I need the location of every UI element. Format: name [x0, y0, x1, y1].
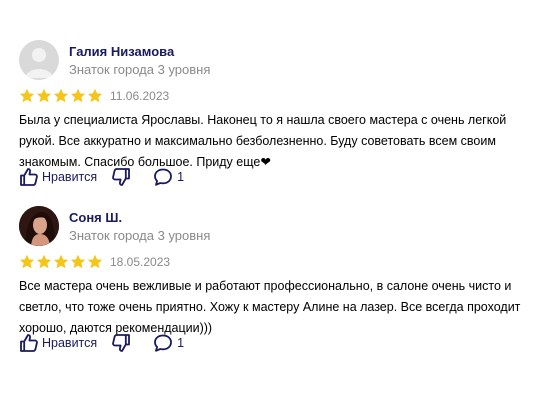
- review-date: 18.05.2023: [110, 255, 171, 269]
- like-button[interactable]: Нравится: [19, 167, 97, 187]
- star-icon: [19, 254, 35, 269]
- review-actions: Нравится 1: [19, 332, 184, 354]
- star-icon: [87, 254, 103, 269]
- comments-button[interactable]: 1: [153, 333, 184, 353]
- thumbs-down-icon: [112, 168, 131, 186]
- thumbs-up-icon: [20, 168, 38, 186]
- review-date: 11.06.2023: [110, 89, 170, 103]
- star-icon: [87, 88, 103, 103]
- avatar[interactable]: [19, 40, 59, 80]
- like-label: Нравится: [42, 336, 98, 350]
- comment-icon: [154, 334, 173, 352]
- thumbs-up-icon: [20, 334, 38, 352]
- author-level: Знаток города 3 уровня: [69, 228, 211, 243]
- user-photo-icon: [19, 206, 59, 246]
- comment-icon: [154, 168, 173, 186]
- author-level: Знаток города 3 уровня: [69, 62, 211, 77]
- star-icon: [53, 254, 69, 269]
- rating-stars: [19, 254, 103, 270]
- star-icon: [70, 88, 86, 103]
- avatar[interactable]: [19, 206, 59, 246]
- comments-count: 1: [177, 170, 185, 184]
- star-icon: [36, 88, 52, 103]
- author-name[interactable]: Галия Низамова: [69, 44, 174, 59]
- dislike-button[interactable]: [111, 333, 131, 353]
- user-placeholder-icon: [25, 48, 53, 78]
- like-button[interactable]: Нравится: [19, 333, 97, 353]
- author-name[interactable]: Соня Ш.: [69, 210, 122, 225]
- comments-button[interactable]: 1: [153, 167, 184, 187]
- like-label: Нравится: [42, 170, 98, 184]
- star-icon: [19, 88, 35, 103]
- review-text: Все мастера очень вежливые и работают пр…: [19, 279, 521, 335]
- review-text: Была у специалиста Ярославы. Наконец то …: [19, 113, 507, 169]
- thumbs-down-icon: [112, 334, 131, 352]
- star-icon: [53, 88, 69, 103]
- star-icon: [70, 254, 86, 269]
- rating-stars: [19, 88, 103, 104]
- review-actions: Нравится 1: [19, 166, 184, 188]
- dislike-button[interactable]: [111, 167, 131, 187]
- star-icon: [36, 254, 52, 269]
- comments-count: 1: [177, 336, 185, 350]
